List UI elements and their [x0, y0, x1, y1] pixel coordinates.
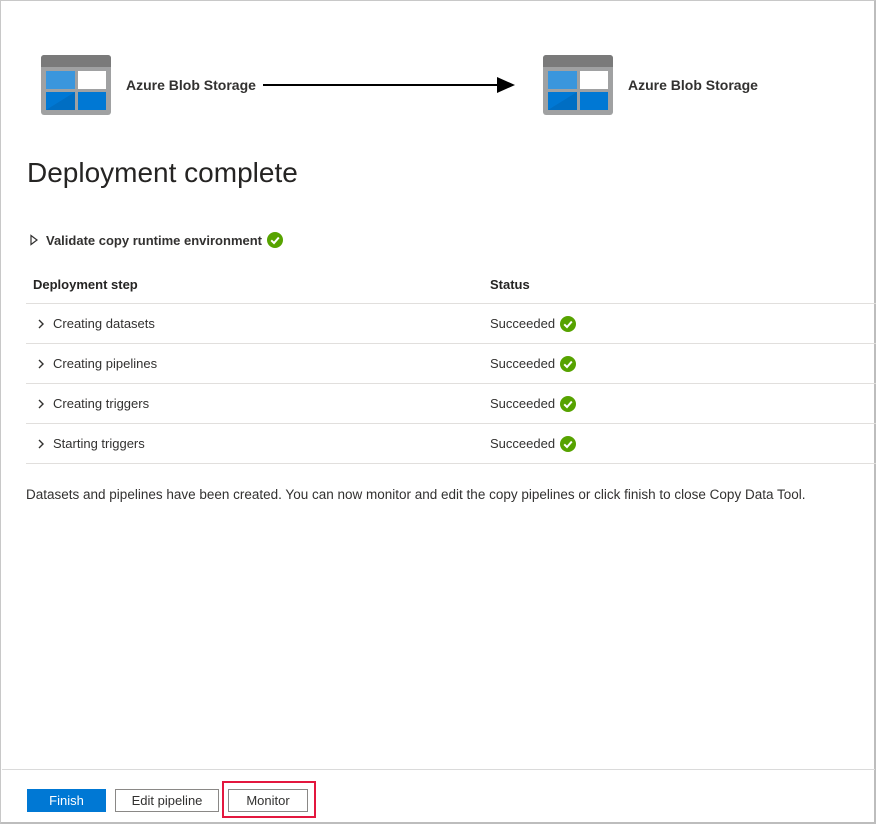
chevron-right-icon[interactable] — [36, 398, 46, 410]
arrow-right-icon — [263, 77, 515, 93]
destination-store: Azure Blob Storage — [543, 55, 758, 115]
table-row[interactable]: Creating triggers Succeeded — [26, 384, 876, 424]
success-check-icon — [560, 315, 577, 332]
azure-blob-storage-icon — [543, 55, 613, 115]
edit-pipeline-button[interactable]: Edit pipeline — [115, 789, 219, 812]
deployment-steps-table: Deployment step Status Creating datasets… — [26, 266, 876, 464]
azure-blob-storage-icon — [41, 55, 111, 115]
step-name: Creating pipelines — [53, 356, 158, 371]
success-check-icon — [267, 232, 283, 248]
table-row[interactable]: Starting triggers Succeeded — [26, 424, 876, 464]
copy-flow-diagram: Azure Blob Storage Azure Blob Storage — [41, 55, 801, 115]
finish-button[interactable]: Finish — [27, 789, 106, 812]
step-name: Creating triggers — [53, 396, 150, 411]
source-store: Azure Blob Storage — [41, 55, 256, 115]
validate-runtime-expander[interactable]: Validate copy runtime environment — [29, 232, 283, 248]
step-status: Succeeded — [490, 356, 556, 371]
column-header-deployment-step: Deployment step — [33, 277, 138, 292]
table-header: Deployment step Status — [26, 266, 876, 304]
success-check-icon — [560, 435, 577, 452]
table-row[interactable]: Creating datasets Succeeded — [26, 304, 876, 344]
copy-data-tool-panel: Azure Blob Storage Azure Blob Storage De… — [0, 0, 876, 824]
step-name: Starting triggers — [53, 436, 145, 451]
step-status: Succeeded — [490, 436, 556, 451]
monitor-button[interactable]: Monitor — [228, 789, 308, 812]
step-status: Succeeded — [490, 316, 556, 331]
source-store-label: Azure Blob Storage — [126, 77, 256, 93]
footer-actions: Finish Edit pipeline Monitor — [2, 769, 875, 823]
destination-store-label: Azure Blob Storage — [628, 77, 758, 93]
page-title: Deployment complete — [27, 157, 298, 188]
chevron-right-icon[interactable] — [36, 438, 46, 450]
chevron-right-icon[interactable] — [36, 318, 46, 330]
column-header-status: Status — [490, 277, 530, 292]
table-row[interactable]: Creating pipelines Succeeded — [26, 344, 876, 384]
success-check-icon — [560, 395, 577, 412]
triangle-right-icon[interactable] — [29, 234, 39, 246]
chevron-right-icon[interactable] — [36, 358, 46, 370]
step-status: Succeeded — [490, 396, 556, 411]
completion-message: Datasets and pipelines have been created… — [26, 487, 806, 502]
success-check-icon — [560, 355, 577, 372]
validate-runtime-label: Validate copy runtime environment — [46, 232, 262, 248]
step-name: Creating datasets — [53, 316, 155, 331]
